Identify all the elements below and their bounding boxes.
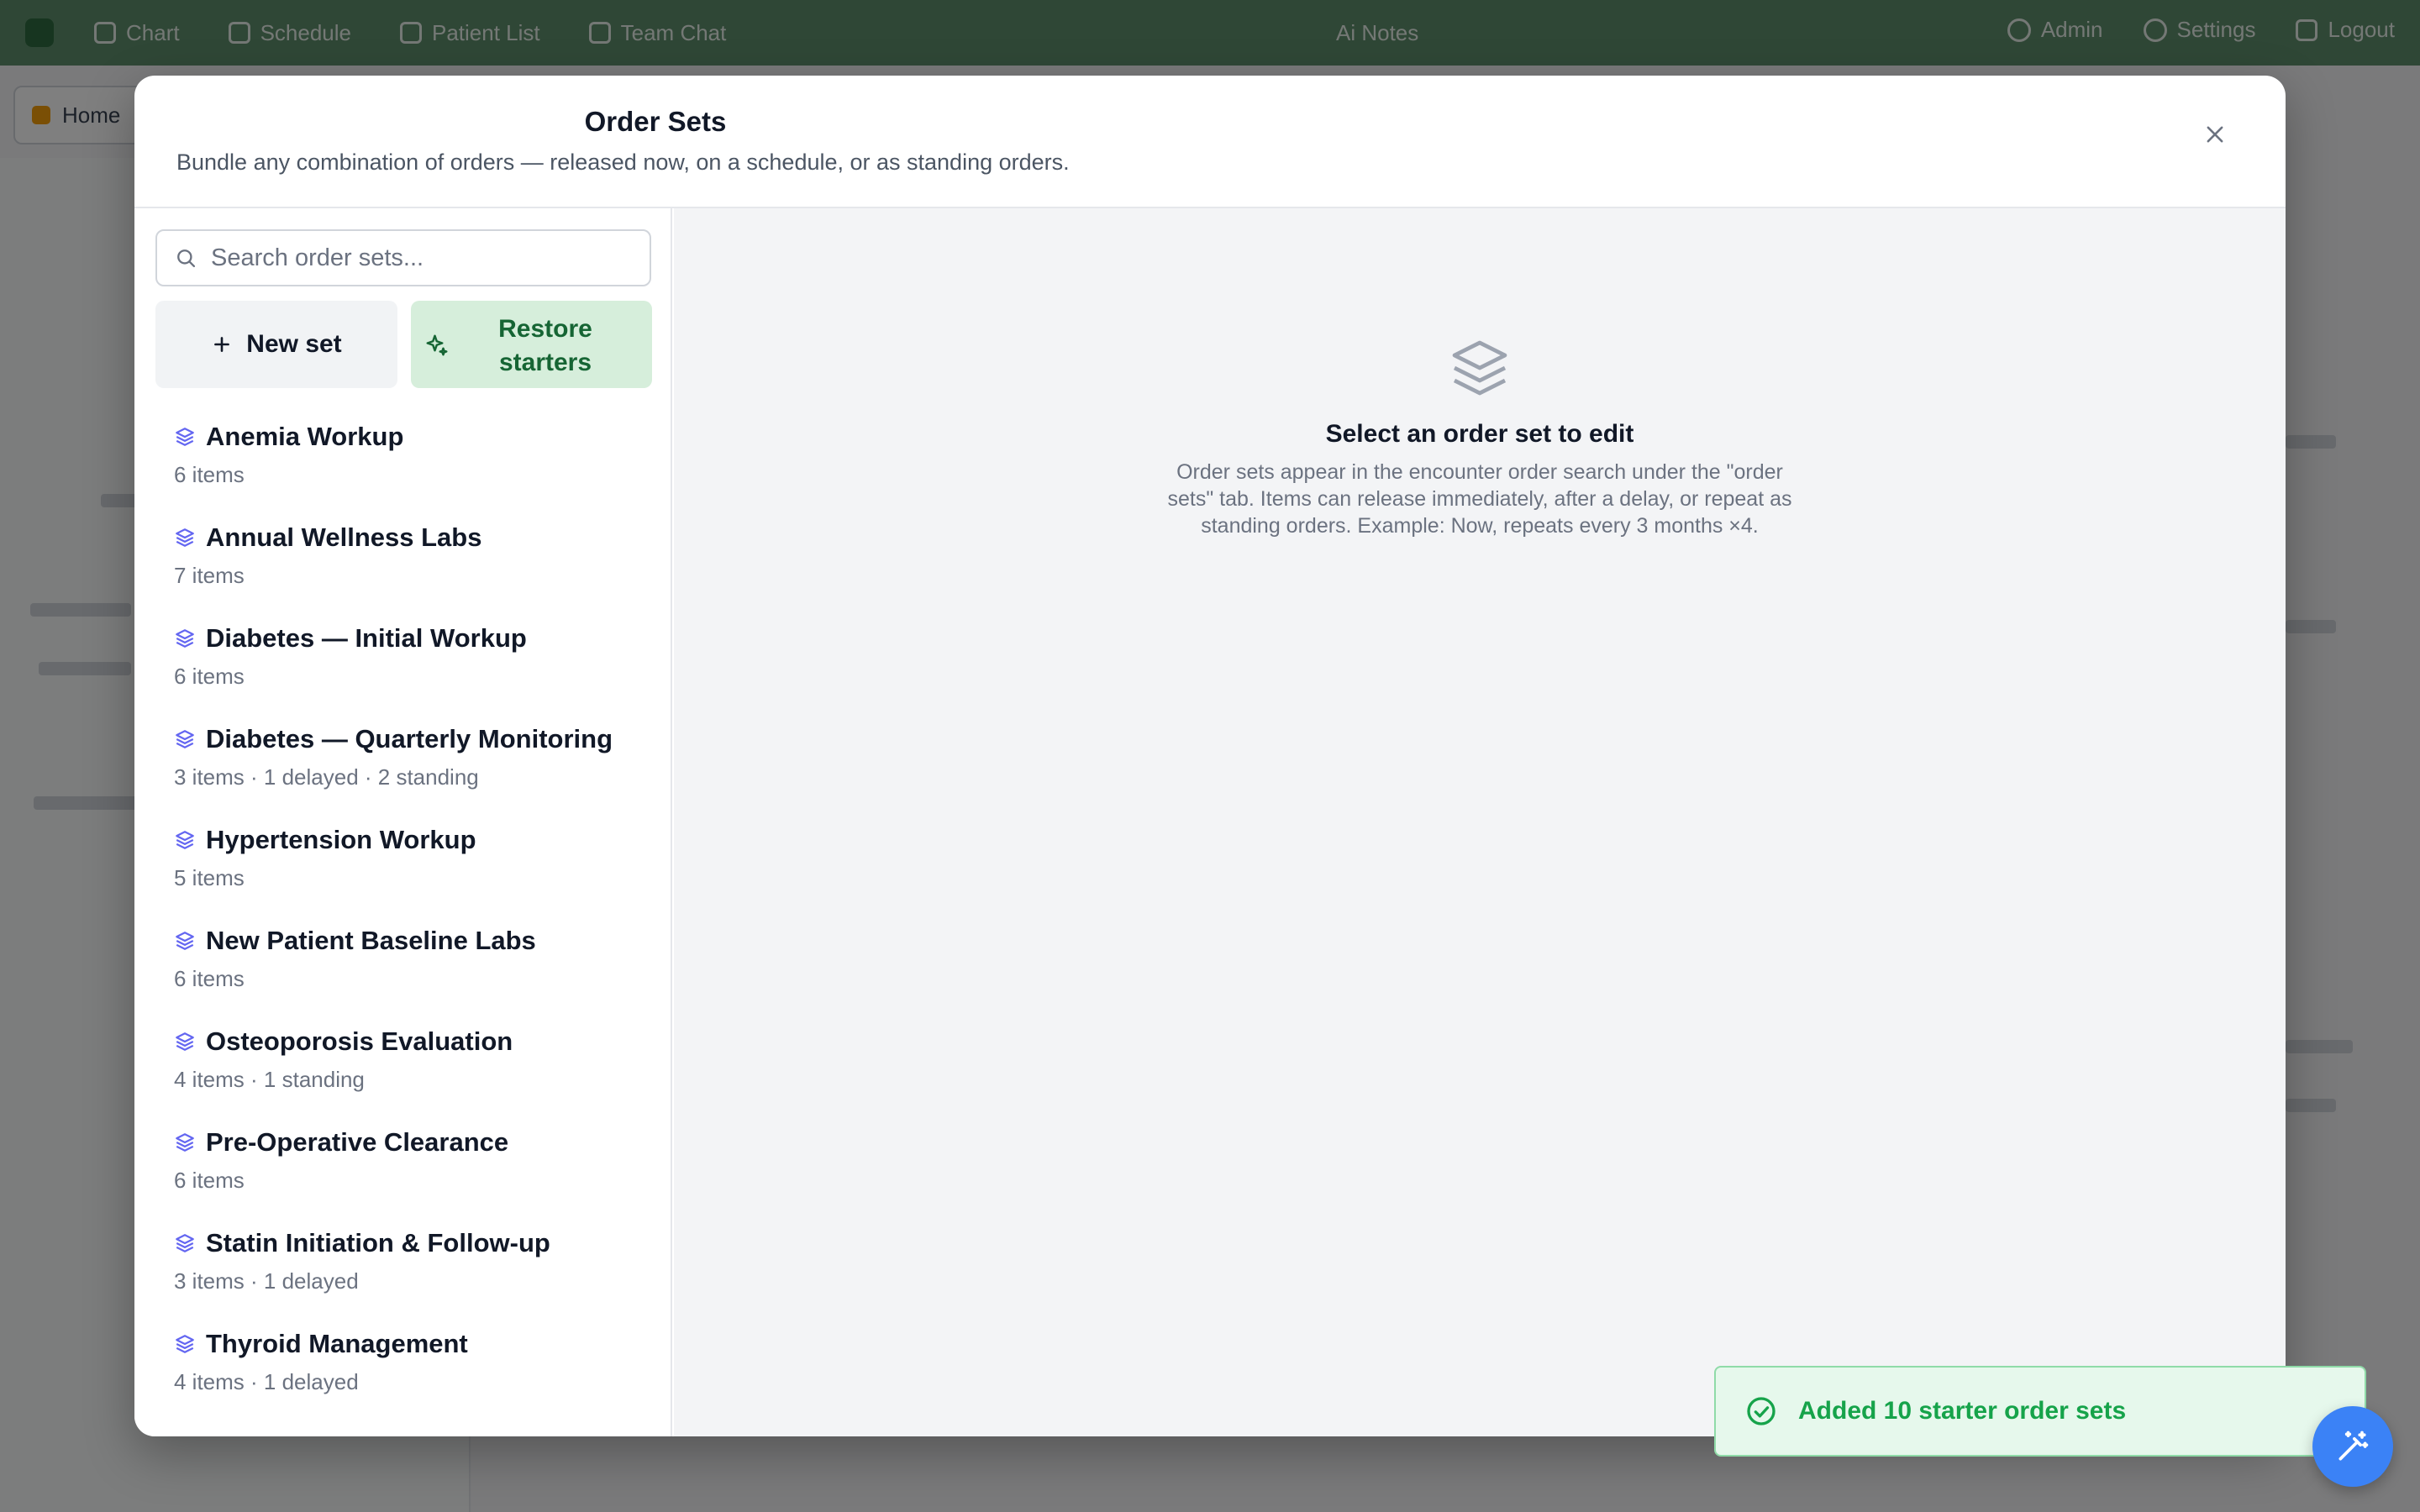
order-set-meta: 6 items bbox=[174, 1168, 245, 1193]
order-set-name: Diabetes — Quarterly Monitoring bbox=[206, 724, 613, 753]
restore-starters-label: Restore starters bbox=[498, 315, 592, 376]
layers-icon bbox=[176, 730, 194, 748]
search-icon bbox=[177, 249, 196, 268]
order-set-name: Annual Wellness Labs bbox=[206, 522, 482, 552]
new-set-button[interactable]: New set bbox=[155, 301, 397, 388]
order-set-name: Thyroid Management bbox=[206, 1329, 468, 1358]
order-set-name: Pre-Operative Clearance bbox=[206, 1127, 509, 1157]
order-set-name-row: Diabetes — Initial Workup bbox=[174, 623, 672, 654]
order-set-name-row: Annual Wellness Labs bbox=[174, 522, 672, 553]
close-button[interactable] bbox=[2195, 114, 2235, 155]
plus-icon bbox=[214, 337, 230, 352]
order-set-name-row: Anemia Workup bbox=[174, 422, 672, 452]
order-set-name-row: Diabetes — Quarterly Monitoring bbox=[174, 724, 672, 754]
order-set-meta: 6 items bbox=[174, 966, 245, 991]
order-set-meta: 3 items · 1 delayed bbox=[174, 1268, 359, 1294]
layers-icon bbox=[176, 831, 194, 849]
sparkles-icon-wrap bbox=[424, 333, 450, 362]
order-set-item[interactable]: Osteoporosis Evaluation 4 items · 1 stand… bbox=[134, 1008, 672, 1109]
restore-starters-button[interactable]: Restore starters bbox=[411, 301, 652, 388]
layers-icon bbox=[1452, 340, 1507, 396]
layers-icon bbox=[176, 428, 194, 446]
order-set-name: Anemia Workup bbox=[206, 422, 404, 451]
close-icon bbox=[2207, 126, 2223, 143]
empty-state: Select an order set to edit Order sets a… bbox=[674, 334, 2286, 539]
new-set-label: New set bbox=[246, 330, 342, 358]
success-toast: Added 10 starter order sets bbox=[1714, 1366, 2366, 1457]
order-set-item[interactable]: Pre-Operative Clearance 6 items bbox=[134, 1109, 672, 1210]
order-set-name: Hypertension Workup bbox=[206, 825, 476, 854]
order-set-list-pane: New set Restore starters Anemia Workup 6 … bbox=[134, 208, 672, 1436]
order-set-item[interactable]: Annual Wellness Labs 7 items bbox=[134, 504, 672, 605]
order-set-item[interactable]: New Patient Baseline Labs 6 items bbox=[134, 907, 672, 1008]
order-set-item[interactable]: Hypertension Workup 5 items bbox=[134, 806, 672, 907]
order-set-item[interactable]: Diabetes — Quarterly Monitoring 3 items ·… bbox=[134, 706, 672, 806]
layers-icon bbox=[176, 1234, 194, 1252]
modal-title: Order Sets bbox=[584, 106, 727, 137]
modal-header: Order Sets Bundle any combination of ord… bbox=[134, 76, 2286, 208]
order-set-meta: 4 items · 1 standing bbox=[174, 1067, 365, 1092]
order-set-item[interactable]: Anemia Workup 6 items bbox=[134, 403, 672, 504]
order-sets-modal: Order Sets Bundle any combination of ord… bbox=[134, 76, 2286, 1436]
order-set-item[interactable]: Thyroid Management 4 items · 1 delayed bbox=[134, 1310, 672, 1411]
order-set-meta: 6 items bbox=[174, 664, 245, 689]
order-set-item[interactable]: Diabetes — Initial Workup 6 items bbox=[134, 605, 672, 706]
layers-icon bbox=[176, 1335, 194, 1353]
order-set-name: New Patient Baseline Labs bbox=[206, 926, 536, 955]
order-set-name-row: Hypertension Workup bbox=[174, 825, 672, 855]
check-circle-icon bbox=[1747, 1397, 1776, 1425]
order-set-meta: 7 items bbox=[174, 563, 245, 588]
order-set-name-row: Pre-Operative Clearance bbox=[174, 1127, 672, 1158]
order-set-name: Statin Initiation & Follow-up bbox=[206, 1228, 550, 1257]
order-set-meta: 6 items bbox=[174, 462, 245, 487]
search-field[interactable] bbox=[155, 229, 651, 286]
layers-icon bbox=[176, 932, 194, 950]
search-input[interactable] bbox=[211, 244, 631, 272]
layers-icon bbox=[176, 629, 194, 648]
layers-icon bbox=[176, 1032, 194, 1051]
empty-state-title: Select an order set to edit bbox=[1325, 420, 1634, 448]
sparkles-icon bbox=[426, 334, 448, 356]
order-set-item[interactable]: Statin Initiation & Follow-up 3 items · 1… bbox=[134, 1210, 672, 1310]
ai-assistant-button[interactable] bbox=[2312, 1406, 2393, 1487]
modal-subtitle: Bundle any combination of orders — relea… bbox=[176, 150, 1070, 175]
order-set-meta: 4 items · 1 delayed bbox=[174, 1369, 359, 1394]
layers-icon bbox=[176, 528, 194, 547]
toast-message: Added 10 starter order sets bbox=[1798, 1397, 2127, 1425]
order-set-editor-pane: Select an order set to edit Order sets a… bbox=[674, 208, 2286, 1436]
order-set-meta: 5 items bbox=[174, 865, 245, 890]
order-set-name-row: Thyroid Management bbox=[174, 1329, 672, 1359]
order-set-name-row: New Patient Baseline Labs bbox=[174, 926, 672, 956]
layers-icon bbox=[176, 1133, 194, 1152]
empty-state-description: Order sets appear in the encounter order… bbox=[1167, 460, 1792, 538]
order-set-name: Osteoporosis Evaluation bbox=[206, 1026, 513, 1056]
order-set-name-row: Osteoporosis Evaluation bbox=[174, 1026, 672, 1057]
order-set-meta: 3 items · 1 delayed · 2 standing bbox=[174, 764, 479, 790]
order-set-name: Diabetes — Initial Workup bbox=[206, 623, 527, 653]
order-set-list: Anemia Workup 6 items Annual Wellness Labs… bbox=[134, 403, 672, 1411]
order-set-name-row: Statin Initiation & Follow-up bbox=[174, 1228, 672, 1258]
magic-wand-icon bbox=[2338, 1431, 2369, 1461]
